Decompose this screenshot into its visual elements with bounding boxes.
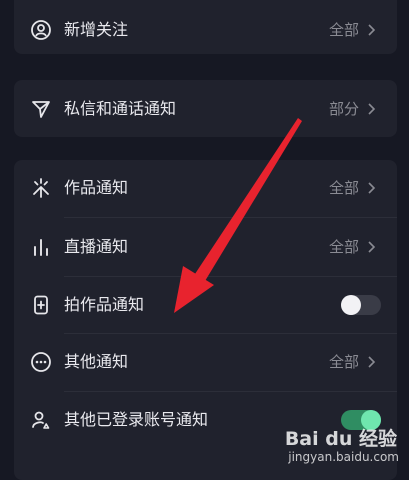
setting-label: 拍作品通知 [64, 295, 145, 314]
chevron-right-icon [365, 182, 377, 194]
divider [64, 217, 397, 218]
chevron-right-icon [365, 103, 377, 115]
setting-row-shoot-works: 拍作品通知 [14, 277, 397, 333]
setting-value: 部分 [328, 100, 359, 118]
setting-label: 其他通知 [64, 352, 129, 371]
setting-value: 全部 [328, 179, 359, 197]
watermark-brand: Bai du 经验 [284, 428, 397, 450]
setting-label: 直播通知 [64, 237, 129, 256]
account-switch-icon [30, 409, 52, 431]
bars-icon [30, 236, 52, 258]
user-circle-icon [30, 19, 52, 41]
setting-row-messages-calls[interactable]: 私信和通话通知 部分 [14, 81, 397, 137]
setting-label: 私信和通话通知 [64, 99, 177, 118]
setting-value: 全部 [328, 238, 359, 256]
send-icon [30, 98, 52, 120]
toggle-knob [341, 295, 361, 315]
setting-row-new-follow[interactable]: 新增关注 全部 [14, 2, 397, 58]
camera-phone-icon [30, 294, 52, 316]
setting-row-live[interactable]: 直播通知 全部 [14, 219, 397, 275]
more-circle-icon [30, 351, 52, 373]
spark-icon [30, 177, 52, 199]
watermark-url: jingyan.baidu.com [288, 450, 399, 464]
setting-label: 其他已登录账号通知 [64, 410, 209, 429]
setting-value: 全部 [328, 353, 359, 371]
shoot-works-toggle[interactable] [341, 295, 381, 315]
setting-row-works[interactable]: 作品通知 全部 [14, 160, 397, 216]
chevron-right-icon [365, 356, 377, 368]
baidu-jingyan-watermark: Bai du 经验 jingyan.baidu.com [283, 424, 403, 468]
setting-label: 新增关注 [64, 20, 129, 39]
setting-row-other[interactable]: 其他通知 全部 [14, 334, 397, 390]
chevron-right-icon [365, 241, 377, 253]
chevron-right-icon [365, 24, 377, 36]
setting-value: 全部 [328, 21, 359, 39]
setting-label: 作品通知 [64, 178, 129, 197]
